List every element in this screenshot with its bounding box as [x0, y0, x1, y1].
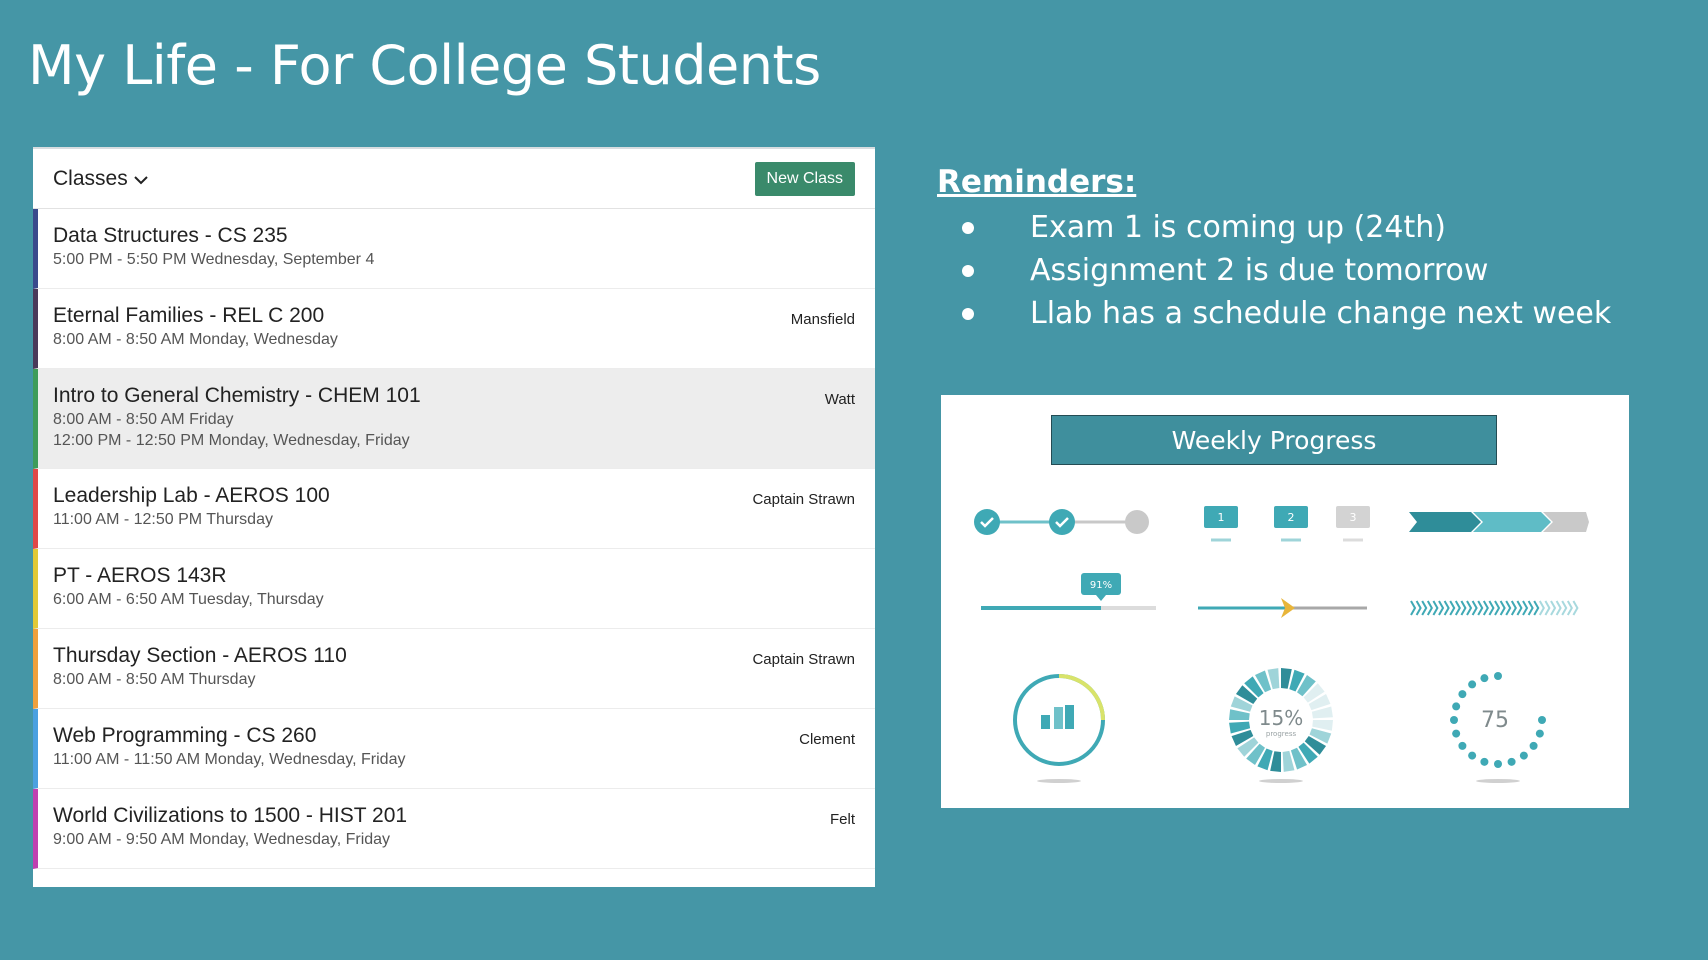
class-instructor: Captain Strawn [752, 491, 855, 508]
class-info: Data Structures - CS 235 5:00 PM - 5:50 P… [53, 223, 374, 270]
class-row[interactable]: PT - AEROS 143R 6:00 AM - 6:50 AM Tuesday… [33, 549, 875, 629]
class-name: Thursday Section - AEROS 110 [53, 644, 347, 667]
class-name: Leadership Lab - AEROS 100 [53, 484, 330, 507]
segmented-ring-widget: 15% progress [1229, 668, 1333, 783]
class-time: 11:00 AM - 12:50 PM Thursday [53, 511, 273, 528]
class-info: World Civilizations to 1500 - HIST 201 9:… [53, 803, 407, 850]
class-time: 8:00 AM - 8:50 AM Thursday [53, 671, 256, 688]
class-time: 11:00 AM - 11:50 AM Monday, Wednesday, F… [53, 751, 406, 768]
svg-text:3: 3 [1350, 511, 1357, 524]
reminders-title: Reminders: [937, 164, 1137, 200]
slide-title: My Life - For College Students [28, 34, 821, 97]
class-info: PT - AEROS 143R 6:00 AM - 6:50 AM Tuesday… [53, 563, 324, 610]
class-name: Intro to General Chemistry - CHEM 101 [53, 384, 421, 407]
class-row[interactable]: Thursday Section - AEROS 110 8:00 AM - 8:… [33, 629, 875, 709]
slider-badge-label: 91% [1090, 580, 1112, 591]
class-instructor: Captain Strawn [752, 651, 855, 668]
class-name: Eternal Families - REL C 200 [53, 304, 325, 327]
stepper-widget [974, 509, 1149, 535]
reminder-text: Llab has a schedule change next week [1030, 296, 1612, 331]
class-row[interactable]: Data Structures - CS 235 5:00 PM - 5:50 P… [33, 209, 875, 289]
class-time: 6:00 AM - 6:50 AM Tuesday, Thursday [53, 591, 324, 608]
class-row[interactable]: World Civilizations to 1500 - HIST 201 9:… [33, 789, 875, 869]
ring-value-label: 15% [1259, 706, 1303, 730]
class-info: Intro to General Chemistry - CHEM 101 8:0… [53, 383, 421, 451]
svg-text:1: 1 [1218, 511, 1225, 524]
class-time: 12:00 PM - 12:50 PM Monday, Wednesday, F… [53, 432, 410, 449]
reminder-item: Exam 1 is coming up (24th) [937, 206, 1611, 249]
step-complete-icon [1049, 509, 1075, 535]
class-time: 5:00 PM - 5:50 PM Wednesday, September 4 [53, 251, 375, 268]
classes-dropdown-label: Classes [53, 166, 128, 190]
airplane-track-widget [1198, 598, 1367, 618]
classes-header: Classes New Class [33, 149, 875, 209]
svg-text:2: 2 [1288, 511, 1295, 524]
bullet-icon [962, 221, 974, 234]
class-info: Web Programming - CS 260 11:00 AM - 11:50… [53, 723, 405, 770]
class-list: Data Structures - CS 235 5:00 PM - 5:50 P… [33, 209, 875, 869]
reminder-item: Llab has a schedule change next week [937, 292, 1611, 335]
chevron-stripe-widget [1410, 600, 1579, 616]
reminder-text: Exam 1 is coming up (24th) [1030, 210, 1446, 245]
step-pending-icon [1125, 510, 1149, 534]
classes-dropdown[interactable]: Classes [53, 167, 148, 191]
ring-sub-label: progress [1266, 730, 1297, 738]
class-row[interactable]: Eternal Families - REL C 200 8:00 AM - 8:… [33, 289, 875, 369]
weekly-progress-card: Weekly Progress 1 2 3 91% 15% progress 7… [941, 395, 1629, 808]
class-instructor: Clement [799, 731, 855, 748]
progress-widgets: 1 2 3 91% 15% progress 75 [974, 506, 1589, 783]
slider-widget: 91% [981, 573, 1156, 610]
dots-value-label: 75 [1481, 708, 1509, 733]
class-row[interactable]: Leadership Lab - AEROS 100 11:00 AM - 12:… [33, 469, 875, 549]
class-instructor: Watt [824, 391, 855, 408]
class-name: World Civilizations to 1500 - HIST 201 [53, 804, 408, 827]
bullet-icon [962, 307, 974, 320]
reminder-list: Exam 1 is coming up (24th) Assignment 2 i… [937, 206, 1611, 335]
arrow-progress-widget [1409, 512, 1589, 532]
class-row[interactable]: Web Programming - CS 260 11:00 AM - 11:50… [33, 709, 875, 789]
bullet-icon [962, 264, 974, 277]
class-instructor: Felt [829, 811, 855, 828]
reminders-section: Reminders: Exam 1 is coming up (24th) Ass… [937, 164, 1611, 335]
class-info: Eternal Families - REL C 200 8:00 AM - 8:… [53, 303, 338, 350]
class-row[interactable]: Intro to General Chemistry - CHEM 101 8:0… [33, 369, 875, 469]
step-complete-icon [974, 509, 1000, 535]
class-info: Thursday Section - AEROS 110 8:00 AM - 8:… [53, 643, 347, 690]
class-instructor: Mansfield [790, 311, 855, 328]
dots-ring-widget: 75 [1450, 672, 1546, 783]
class-name: Data Structures - CS 235 [53, 224, 288, 247]
ring-chart-widget [1013, 674, 1105, 783]
class-time: 9:00 AM - 9:50 AM Monday, Wednesday, Fri… [53, 831, 391, 848]
class-name: Web Programming - CS 260 [53, 724, 317, 747]
class-info: Leadership Lab - AEROS 100 11:00 AM - 12:… [53, 483, 330, 530]
step-badges-widget: 1 2 3 [1204, 506, 1370, 542]
class-time: 8:00 AM - 8:50 AM Friday [53, 411, 234, 428]
reminder-item: Assignment 2 is due tomorrow [937, 249, 1611, 292]
class-time: 8:00 AM - 8:50 AM Monday, Wednesday [53, 331, 338, 348]
chevron-down-icon [133, 167, 148, 191]
reminder-text: Assignment 2 is due tomorrow [1030, 253, 1489, 288]
new-class-button[interactable]: New Class [754, 161, 855, 196]
class-name: PT - AEROS 143R [53, 564, 227, 587]
classes-panel: Classes New Class Data Structures - CS 2… [33, 147, 875, 887]
